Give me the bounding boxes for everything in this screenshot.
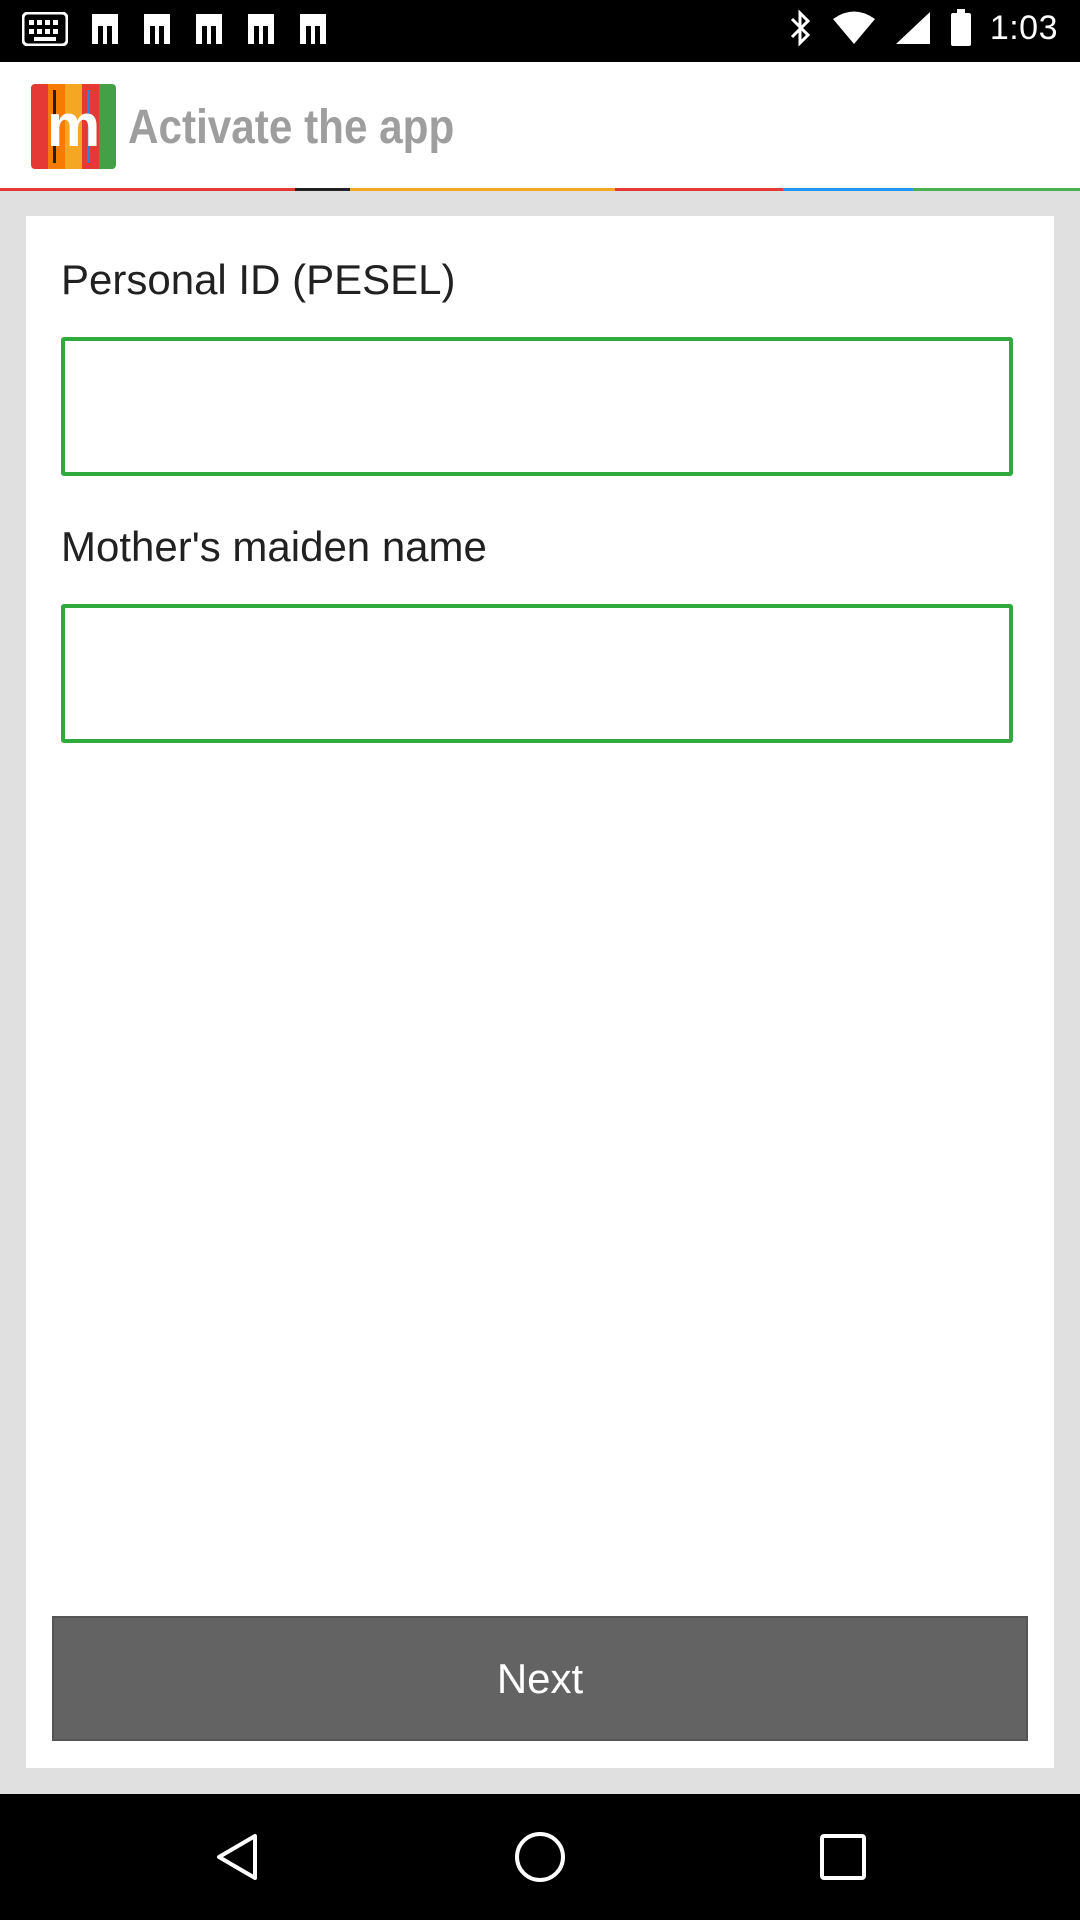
svg-text:m: m	[47, 92, 100, 159]
app-notification-icon	[248, 14, 274, 44]
app-logo: m	[31, 84, 116, 169]
maiden-name-label: Mother's maiden name	[61, 523, 487, 570]
pesel-label: Personal ID (PESEL)	[61, 256, 456, 303]
pesel-input[interactable]	[61, 337, 1013, 476]
app-notification-icon	[300, 14, 326, 44]
app-notification-icon	[92, 14, 118, 44]
recents-button[interactable]	[763, 1794, 923, 1920]
home-icon	[515, 1832, 565, 1882]
back-icon	[217, 1834, 257, 1880]
clock: 1:03	[989, 8, 1058, 47]
notification-area	[22, 12, 328, 46]
recents-icon	[820, 1834, 866, 1880]
system-status-area: 1:03	[788, 8, 1058, 48]
back-button[interactable]	[158, 1794, 318, 1920]
app-bar: m Activate the app	[0, 62, 1080, 188]
navigation-bar	[0, 1794, 1080, 1920]
notification-icon	[22, 12, 68, 46]
status-bar: 1:03	[0, 0, 1080, 62]
bluetooth-icon	[790, 9, 810, 47]
battery-icon	[950, 9, 971, 46]
page-title: Activate the app	[128, 101, 455, 154]
maiden-name-input[interactable]	[61, 604, 1013, 743]
app-notification-icon	[144, 14, 170, 44]
signal-icon	[895, 12, 930, 44]
wifi-icon	[832, 11, 875, 44]
app-notification-icon	[196, 14, 222, 44]
home-button[interactable]	[460, 1794, 620, 1920]
next-button[interactable]: Next	[52, 1616, 1028, 1741]
